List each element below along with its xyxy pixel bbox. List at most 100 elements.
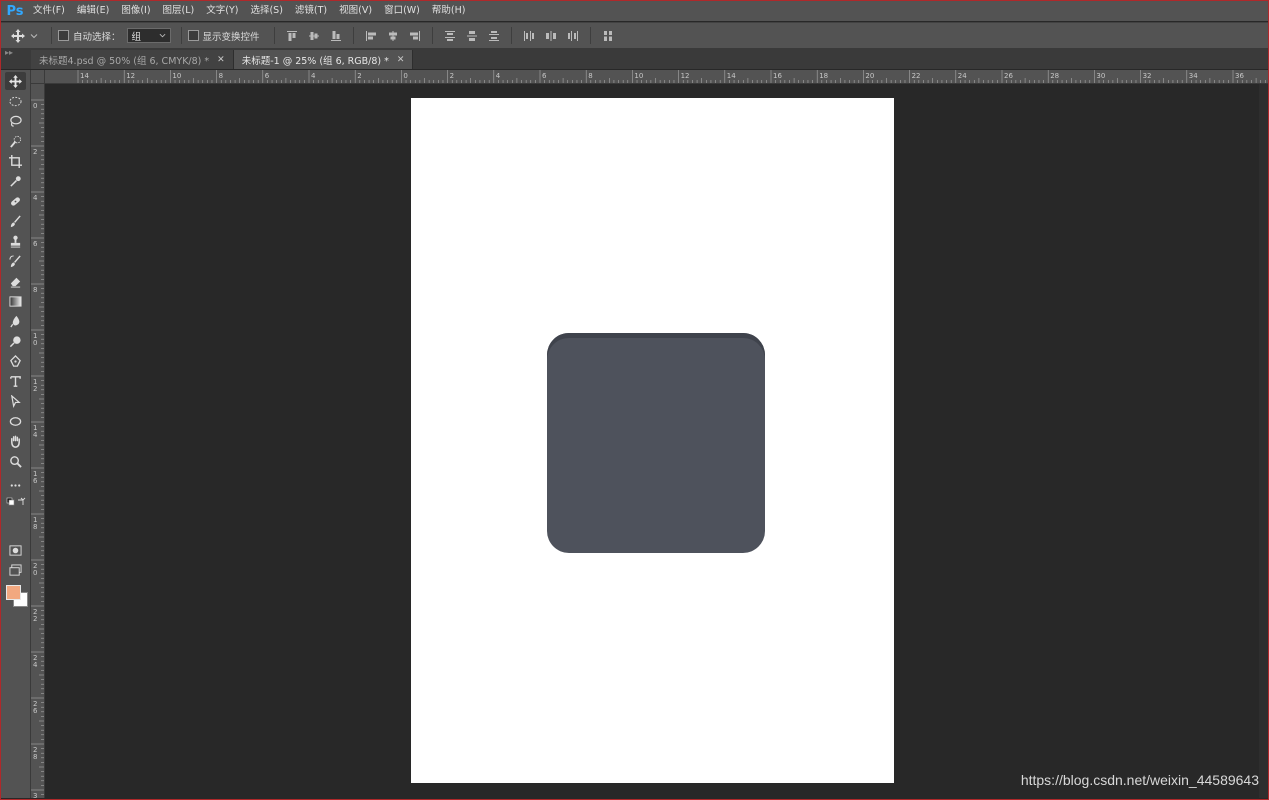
zoom-tool[interactable] <box>5 452 26 470</box>
ruler-label: 8 <box>588 72 592 80</box>
rounded-rectangle-shape[interactable] <box>547 333 765 553</box>
distribute-top-button[interactable] <box>443 29 457 43</box>
gradient-tool[interactable] <box>5 292 26 310</box>
edit-toolbar-button[interactable] <box>5 476 26 494</box>
ruler-label: 0 <box>33 102 37 110</box>
marquee-tool[interactable] <box>5 92 26 110</box>
menu-window[interactable]: 窗口(W) <box>378 1 426 21</box>
horizontal-ruler-scale: 14 12 10 8 6 4 2 0 2 4 6 8 10 12 14 16 18 20 22 24 26 28 30 32 3… <box>77 70 1266 83</box>
distribute-hcenter-button[interactable] <box>544 29 558 43</box>
distribute-right-button[interactable] <box>566 29 580 43</box>
align-left-edges-button[interactable] <box>364 29 378 43</box>
menu-layer[interactable]: 图层(L) <box>157 1 201 21</box>
move-icon <box>11 28 25 43</box>
chevron-down-icon <box>30 33 38 38</box>
divider <box>352 27 354 44</box>
move-tool[interactable] <box>5 72 26 90</box>
distribute-left-button[interactable] <box>522 29 536 43</box>
distribute-bottom-icon <box>488 30 499 41</box>
pen-tool[interactable] <box>5 352 26 370</box>
menu-view[interactable]: 视图(V) <box>333 1 378 21</box>
type-tool[interactable] <box>5 372 26 390</box>
panel-collapse-handle[interactable]: ▸▸ <box>1 49 31 69</box>
dodge-tool[interactable] <box>5 332 26 350</box>
close-icon[interactable]: ✕ <box>397 55 405 65</box>
show-transform-checkbox[interactable] <box>187 30 199 41</box>
vertical-scrollbar[interactable] <box>1259 84 1268 798</box>
ruler-label: 30 <box>1096 72 1105 80</box>
crop-tool[interactable] <box>5 152 26 170</box>
align-right-edges-button[interactable] <box>408 29 422 43</box>
divider <box>431 27 433 44</box>
tab-document-1[interactable]: 未标题4.psd @ 50% (组 6, CMYK/8) * ✕ <box>31 50 234 69</box>
quick-mask-button[interactable] <box>5 541 26 559</box>
menu-help[interactable]: 帮助(H) <box>426 1 472 21</box>
ruler-label: 0 <box>33 339 37 347</box>
ruler-label: 16 <box>773 72 782 80</box>
distribute-vcenter-button[interactable] <box>465 29 479 43</box>
brush-icon <box>10 214 21 227</box>
ruler-label: 2 <box>33 615 37 623</box>
move-icon <box>9 74 22 88</box>
auto-select-dropdown[interactable]: 组 <box>126 28 171 43</box>
hand-tool[interactable] <box>5 432 26 450</box>
options-bar: 自动选择： 组 显示变换控件 <box>1 22 1268 49</box>
close-icon[interactable]: ✕ <box>217 55 225 65</box>
ellipse-tool[interactable] <box>5 412 26 430</box>
drop-icon <box>10 315 20 327</box>
ruler-label: 4 <box>33 661 38 669</box>
auto-select-label: 自动选择： <box>73 31 121 43</box>
align-top-icon <box>286 30 297 41</box>
bandage-icon <box>11 196 20 206</box>
ruler-origin[interactable] <box>31 70 45 84</box>
divider <box>589 27 591 44</box>
healing-brush-tool[interactable] <box>5 192 26 210</box>
divider <box>510 27 512 44</box>
align-bottom-edges-button[interactable] <box>329 29 343 43</box>
quick-mask-icon <box>9 544 22 556</box>
ruler-label: 0 <box>33 569 37 577</box>
menu-file[interactable]: 文件(F) <box>27 1 71 21</box>
eraser-tool[interactable] <box>5 272 26 290</box>
ruler-label: 2 <box>33 148 37 156</box>
quick-selection-tool[interactable] <box>5 132 26 150</box>
menu-type[interactable]: 文字(Y) <box>200 1 244 21</box>
ruler-label: 3 <box>33 792 37 798</box>
distribute-hcenter-icon <box>545 30 556 41</box>
history-brush-tool[interactable] <box>5 252 26 270</box>
ruler-label: 24 <box>958 72 967 80</box>
default-colors-icon <box>6 497 25 506</box>
history-brush-icon <box>9 254 21 267</box>
screen-mode-button[interactable] <box>5 561 26 579</box>
tools-panel <box>1 70 31 798</box>
ruler-label: 12 <box>681 72 690 80</box>
vertical-ruler[interactable]: 02468101214161820222426283 <box>31 84 45 798</box>
pen-icon <box>10 354 21 367</box>
align-horizontal-centers-button[interactable] <box>386 29 400 43</box>
color-swap-controls[interactable] <box>5 496 26 508</box>
auto-select-checkbox[interactable] <box>58 30 69 41</box>
menu-edit[interactable]: 编辑(E) <box>71 1 115 21</box>
path-selection-tool[interactable] <box>5 392 26 410</box>
tool-preset-picker[interactable] <box>1 28 45 43</box>
distribute-top-icon <box>444 30 455 41</box>
eyedropper-tool[interactable] <box>5 172 26 190</box>
tab-document-2[interactable]: 未标题-1 @ 25% (组 6, RGB/8) * ✕ <box>233 50 414 69</box>
ruler-label: 8 <box>33 523 37 531</box>
menu-filter[interactable]: 滤镜(T) <box>289 1 333 21</box>
distribute-bottom-button[interactable] <box>487 29 501 43</box>
auto-align-layers-button[interactable] <box>601 29 615 43</box>
blur-tool[interactable] <box>5 312 26 330</box>
horizontal-ruler[interactable]: 14 12 10 8 6 4 2 0 2 4 6 8 10 12 14 16 18 20 22 24 26 28 30 32 3… <box>31 70 1268 84</box>
align-vertical-centers-button[interactable] <box>307 29 321 43</box>
ruler-label: 8 <box>33 753 37 761</box>
quick-selection-icon <box>10 135 22 148</box>
foreground-color-swatch[interactable] <box>6 585 21 600</box>
lasso-tool[interactable] <box>5 112 26 130</box>
clone-stamp-tool[interactable] <box>5 232 26 250</box>
align-top-edges-button[interactable] <box>285 29 299 43</box>
brush-tool[interactable] <box>5 212 26 230</box>
screen-mode-icon <box>9 563 22 576</box>
menu-select[interactable]: 选择(S) <box>244 1 288 21</box>
menu-image[interactable]: 图像(I) <box>115 1 156 21</box>
